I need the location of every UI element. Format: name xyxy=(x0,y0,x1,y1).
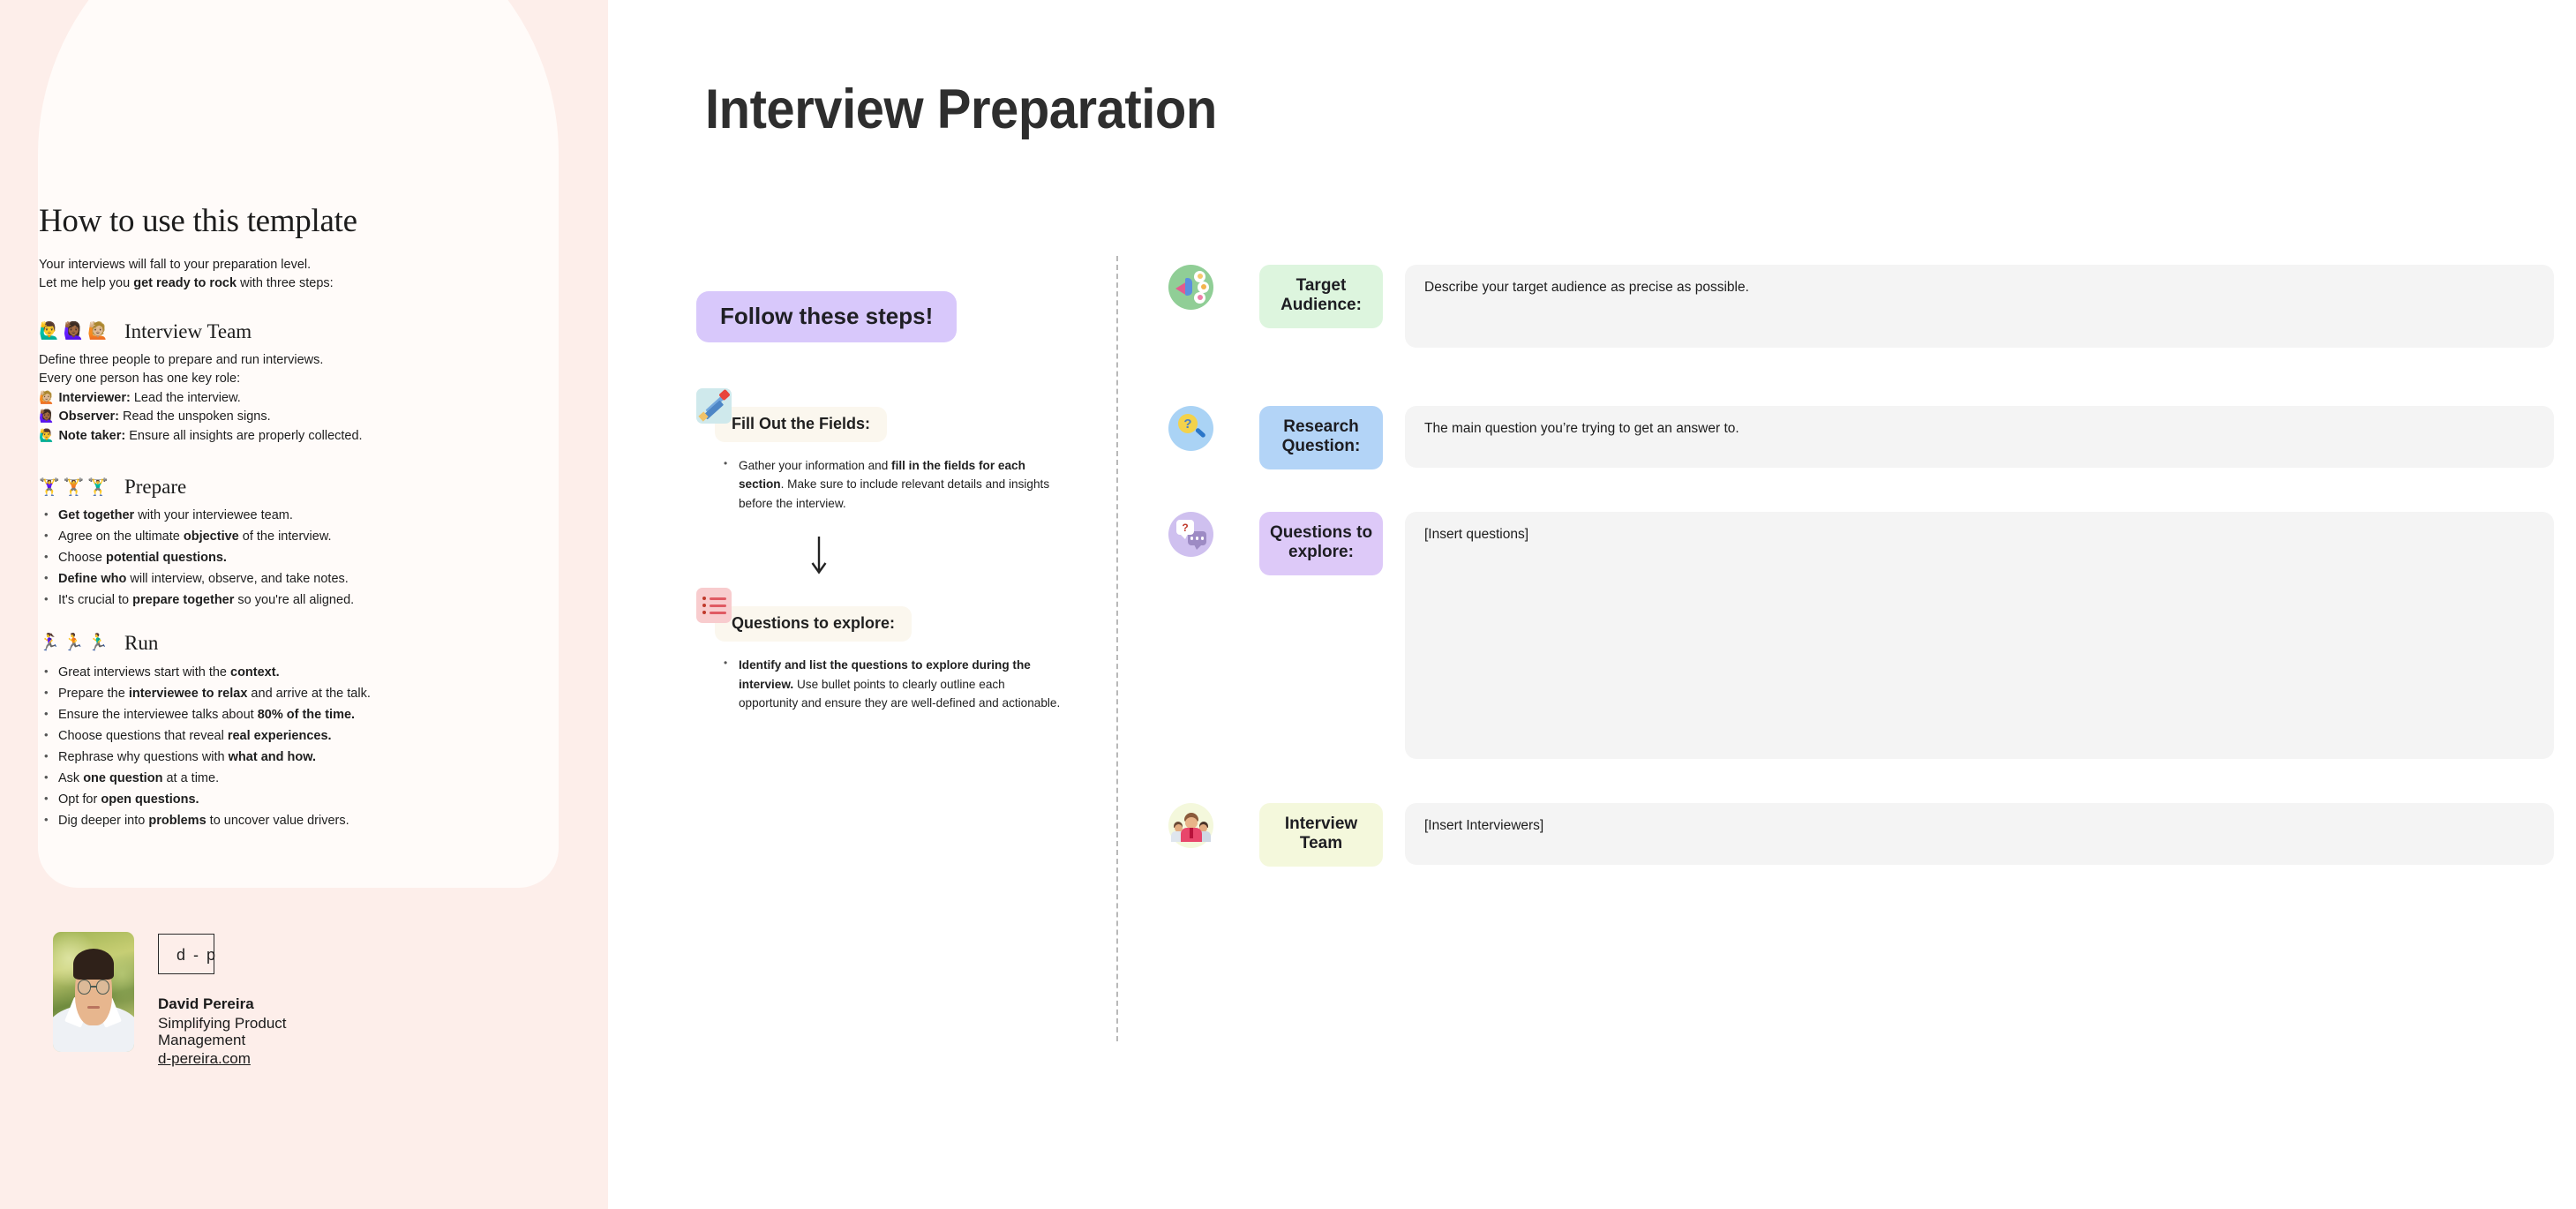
vertical-dashed-divider xyxy=(1116,256,1118,1041)
list-item: Ensure the interviewee talks about 80% o… xyxy=(39,708,498,722)
sidebar-panel: How to use this template Your interviews… xyxy=(0,0,608,1209)
down-arrow-icon xyxy=(696,536,1067,582)
author-tagline-line-1: Simplifying Product xyxy=(158,1015,287,1032)
section-heading: 🏋️‍♀️🏋️🏋️‍♂️ Prepare xyxy=(39,476,498,499)
person-emoji-icon: 🙋🏾‍♀️ xyxy=(39,409,55,424)
list-item: Identify and list the questions to explo… xyxy=(717,655,1067,712)
list-item: Get together with your interviewee team. xyxy=(39,508,498,522)
raising-hands-emoji-icon: 🙋‍♂️🙋🏾‍♀️🙋🏼 xyxy=(39,321,112,342)
page-title: How to use this template xyxy=(39,203,357,239)
field-row-interview-team: Interview Team [Insert Interviewers] xyxy=(1168,803,2554,882)
intro-paragraph: Your interviews will fall to your prepar… xyxy=(39,256,498,294)
steps-badge: Follow these steps! xyxy=(696,291,958,342)
magnifier-question-icon: ? xyxy=(1168,406,1213,451)
step-questions-to-explore: Questions to explore: Identify and list … xyxy=(696,588,1067,712)
intro-line-1: Your interviews will fall to your prepar… xyxy=(39,257,312,272)
megaphone-audience-icon xyxy=(1168,265,1213,310)
team-intro-2: Every one person has one key role: xyxy=(39,372,241,387)
role-item: 🙋🏾‍♀️ Observer: Read the unspoken signs. xyxy=(39,408,498,427)
field-input-questions-to-explore[interactable]: [Insert questions] xyxy=(1405,512,2554,759)
how-to-use-content: How to use this template Your interviews… xyxy=(39,203,498,836)
step-body: Gather your information and fill in the … xyxy=(696,455,1067,513)
field-row-questions-to-explore: ? Questions to explore: [Insert question… xyxy=(1168,512,2554,803)
speech-bubbles-question-icon: ? xyxy=(1168,512,1213,557)
author-name: David Pereira xyxy=(158,995,254,1012)
author-website-link[interactable]: d-pereira.com xyxy=(158,1050,251,1068)
field-row-target-audience: Target Audience: Describe your target au… xyxy=(1168,265,2554,406)
person-emoji-icon: 🙋‍♂️ xyxy=(39,428,55,443)
field-input-interview-team[interactable]: [Insert Interviewers] xyxy=(1405,803,2554,865)
section-interview-team: 🙋‍♂️🙋🏾‍♀️🙋🏼 Interview Team Define three … xyxy=(39,320,498,447)
pencil-note-icon xyxy=(696,388,732,424)
author-block: d - p David Pereira Simplifying Product … xyxy=(53,932,287,1068)
section-heading: 🙋‍♂️🙋🏾‍♀️🙋🏼 Interview Team xyxy=(39,320,498,343)
list-item: Prepare the interviewee to relax and arr… xyxy=(39,687,498,701)
brand-logo-icon: d - p xyxy=(158,934,215,974)
prepare-list: Get together with your interviewee team.… xyxy=(39,508,498,607)
main-panel: Interview Preparation Follow these steps… xyxy=(608,0,2576,1209)
step-label: Fill Out the Fields: xyxy=(715,407,887,442)
role-item: 🙋🏼 Interviewer: Lead the interview. xyxy=(39,389,498,409)
run-list: Great interviews start with the context.… xyxy=(39,665,498,828)
author-tagline-line-2: Management xyxy=(158,1032,246,1049)
avatar xyxy=(53,932,134,1052)
template-page: How to use this template Your interviews… xyxy=(0,0,2576,1209)
section-heading-label: Interview Team xyxy=(124,319,252,342)
section-body: Define three people to prepare and run i… xyxy=(39,351,498,447)
list-item: Rephrase why questions with what and how… xyxy=(39,750,498,764)
list-item: Agree on the ultimate objective of the i… xyxy=(39,529,498,544)
field-label-interview-team: Interview Team xyxy=(1259,803,1383,867)
step-label-wrap: Questions to explore: xyxy=(696,588,1067,642)
section-heading: 🏃‍♀️🏃🏃‍♂️ Run xyxy=(39,632,498,655)
field-label-research-question: Research Question: xyxy=(1259,406,1383,469)
section-prepare: 🏋️‍♀️🏋️🏋️‍♂️ Prepare Get together with y… xyxy=(39,476,498,607)
list-item: Ask one question at a time. xyxy=(39,771,498,785)
step-label-wrap: Fill Out the Fields: xyxy=(696,388,1067,442)
step-fill-out-fields: Fill Out the Fields: Gather your informa… xyxy=(696,388,1067,582)
section-heading-label: Prepare xyxy=(124,476,187,499)
main-heading: Interview Preparation xyxy=(705,79,1217,140)
brand-logo-text: d - p xyxy=(176,945,218,964)
field-label-target-audience: Target Audience: xyxy=(1259,265,1383,328)
team-intro-1: Define three people to prepare and run i… xyxy=(39,352,324,367)
field-input-target-audience[interactable]: Describe your target audience as precise… xyxy=(1405,265,2554,348)
field-label-questions-to-explore: Questions to explore: xyxy=(1259,512,1383,575)
checklist-icon xyxy=(696,588,732,624)
list-item: Choose potential questions. xyxy=(39,551,498,565)
list-item: Dig deeper into problems to uncover valu… xyxy=(39,814,498,828)
list-item: Define who will interview, observe, and … xyxy=(39,572,498,586)
step-body: Identify and list the questions to explo… xyxy=(696,655,1067,712)
list-item: Gather your information and fill in the … xyxy=(717,455,1067,513)
steps-column: Follow these steps! Fill Out the Fields:… xyxy=(696,291,1067,713)
intro-line-2: Let me help you get ready to rock with t… xyxy=(39,276,334,291)
list-item: It's crucial to prepare together so you'… xyxy=(39,593,498,607)
list-item: Great interviews start with the context. xyxy=(39,665,498,680)
step-label: Questions to explore: xyxy=(715,606,912,642)
runner-emoji-icon: 🏃‍♀️🏃🏃‍♂️ xyxy=(39,633,112,653)
weightlifter-emoji-icon: 🏋️‍♀️🏋️🏋️‍♂️ xyxy=(39,477,112,497)
list-item: Choose questions that reveal real experi… xyxy=(39,729,498,743)
role-item: 🙋‍♂️ Note taker: Ensure all insights are … xyxy=(39,427,498,447)
fields-column: Target Audience: Describe your target au… xyxy=(1168,265,2554,882)
team-people-icon xyxy=(1168,803,1213,848)
section-heading-label: Run xyxy=(124,631,159,654)
list-item: Opt for open questions. xyxy=(39,792,498,807)
field-row-research-question: ? Research Question: The main question y… xyxy=(1168,406,2554,512)
author-details: d - p David Pereira Simplifying Product … xyxy=(158,932,287,1068)
person-emoji-icon: 🙋🏼 xyxy=(39,390,55,405)
section-run: 🏃‍♀️🏃🏃‍♂️ Run Great interviews start wit… xyxy=(39,632,498,828)
field-input-research-question[interactable]: The main question you’re trying to get a… xyxy=(1405,406,2554,468)
